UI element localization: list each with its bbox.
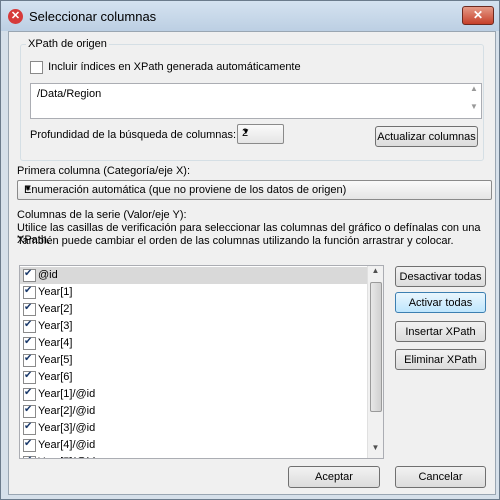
list-item[interactable]: @id — [20, 267, 368, 284]
scroll-up-icon[interactable]: ▲ — [368, 266, 383, 281]
list-item-checkbox[interactable] — [23, 268, 36, 282]
list-item-label: Year[6] — [38, 371, 73, 383]
list-item[interactable]: Year[2] — [20, 301, 368, 318]
list-item-label: Year[4] — [38, 337, 73, 349]
list-item-label: Year[2] — [38, 303, 73, 315]
list-item-checkbox[interactable] — [23, 336, 36, 350]
include-indices-row[interactable]: Incluir índices en XPath generada automá… — [30, 61, 301, 74]
first-column-label: Primera columna (Categoría/eje X): — [17, 165, 191, 177]
xpath-textarea[interactable]: /Data/Region ▲ ▼ — [30, 83, 482, 119]
chevron-down-icon: ▼ — [242, 127, 250, 136]
list-item-checkbox[interactable] — [23, 353, 36, 367]
list-item-checkbox[interactable] — [23, 421, 36, 435]
list-item[interactable]: Year[3]/@id — [20, 420, 368, 437]
scroll-thumb[interactable] — [370, 282, 382, 412]
list-item-label: Year[5] — [38, 354, 73, 366]
depth-select[interactable]: 2 ▼ — [237, 124, 284, 144]
app-icon: ✕ — [8, 9, 23, 24]
list-item[interactable]: Year[5]/@id — [20, 454, 368, 458]
list-item-label: Year[5]/@id — [38, 456, 95, 458]
remove-xpath-button[interactable]: Eliminar XPath — [395, 349, 486, 370]
scroll-down-icon[interactable]: ▼ — [368, 443, 383, 458]
list-item-checkbox[interactable] — [23, 455, 36, 458]
accept-button[interactable]: Aceptar — [288, 466, 380, 488]
list-item-checkbox[interactable] — [23, 387, 36, 401]
list-item[interactable]: Year[4]/@id — [20, 437, 368, 454]
chevron-down-icon: ▼ — [24, 184, 32, 193]
include-indices-checkbox[interactable] — [30, 61, 43, 74]
list-item-checkbox[interactable] — [23, 370, 36, 384]
xpath-scrollbar[interactable]: ▲ ▼ — [467, 84, 481, 118]
list-item-label: Year[4]/@id — [38, 439, 96, 451]
list-scrollbar[interactable]: ▲ ▼ — [367, 266, 383, 458]
list-item[interactable]: Year[1]/@id — [20, 386, 368, 403]
close-button[interactable]: ✕ — [462, 6, 494, 25]
list-item-checkbox[interactable] — [23, 319, 36, 333]
series-column-list[interactable]: @id Year[1] Year[2] Year[3] Year[4] Year[5] Ye… — [19, 265, 384, 459]
xpath-group-title: XPath de origen — [26, 38, 109, 50]
window-title: Seleccionar columnas — [29, 9, 157, 24]
list-item-label: Year[3]/@id — [38, 422, 96, 434]
title-bar[interactable]: ✕ Seleccionar columnas ✕ — [1, 1, 499, 31]
list-item-label: Year[1] — [38, 286, 73, 298]
list-item[interactable]: Year[1] — [20, 284, 368, 301]
xpath-groupbox: Incluir índices en XPath generada automá… — [20, 44, 484, 161]
include-indices-label: Incluir índices en XPath generada automá… — [48, 61, 301, 74]
deactivate-all-button[interactable]: Desactivar todas — [395, 266, 486, 287]
list-item-label: Year[2]/@id — [38, 405, 96, 417]
dialog-window: ✕ Seleccionar columnas ✕ Incluir índices… — [0, 0, 500, 500]
list-item-label: Year[3] — [38, 320, 73, 332]
list-item[interactable]: Year[6] — [20, 369, 368, 386]
dialog-content: Incluir índices en XPath generada automá… — [8, 31, 496, 495]
update-columns-button[interactable]: Actualizar columnas — [375, 126, 478, 147]
first-column-select[interactable]: Enumeración automática (que no proviene … — [17, 180, 492, 200]
series-label: Columnas de la serie (Valor/eje Y): — [17, 209, 187, 221]
list-item[interactable]: Year[4] — [20, 335, 368, 352]
list-item-checkbox[interactable] — [23, 302, 36, 316]
close-icon: ✕ — [472, 8, 484, 22]
list-item-checkbox[interactable] — [23, 404, 36, 418]
list-item[interactable]: Year[3] — [20, 318, 368, 335]
insert-xpath-button[interactable]: Insertar XPath — [395, 321, 486, 342]
activate-all-button[interactable]: Activar todas — [395, 292, 486, 313]
list-item[interactable]: Year[2]/@id — [20, 403, 368, 420]
list-item-checkbox[interactable] — [23, 438, 36, 452]
depth-label: Profundidad de la búsqueda de columnas: — [30, 129, 237, 141]
list-item-label: @id — [38, 269, 58, 281]
list-item[interactable]: Year[5] — [20, 352, 368, 369]
xpath-value: /Data/Region — [37, 88, 102, 100]
list-item-label: Year[1]/@id — [38, 388, 96, 400]
series-help-line2: También puede cambiar el orden de las co… — [17, 235, 454, 247]
list-item-checkbox[interactable] — [23, 285, 36, 299]
cancel-button[interactable]: Cancelar — [395, 466, 486, 488]
